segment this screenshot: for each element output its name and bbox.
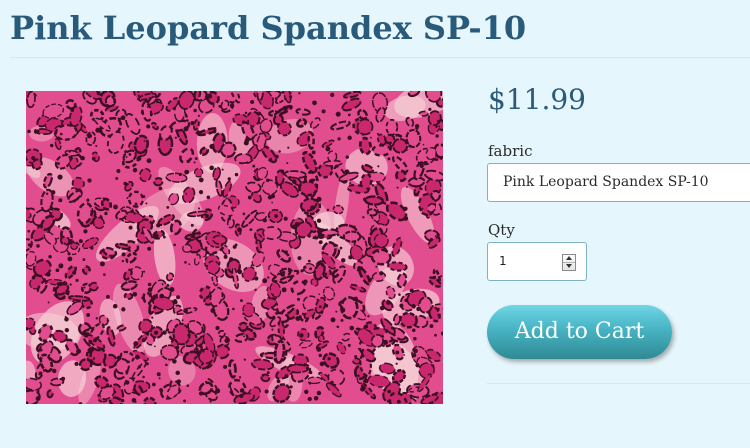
add-to-cart-button[interactable]: Add to Cart (487, 305, 672, 359)
decrement-arrow-icon[interactable] (563, 263, 575, 270)
qty-input[interactable]: 1 (487, 242, 587, 281)
product-title: Pink Leopard Spandex SP-10 (10, 9, 527, 47)
leopard-pattern-image (26, 91, 443, 404)
qty-spinner[interactable] (562, 254, 576, 271)
title-divider (10, 57, 750, 58)
product-image[interactable] (26, 91, 443, 404)
fabric-select[interactable]: Pink Leopard Spandex SP-10 (487, 163, 750, 202)
fabric-label: fabric (488, 142, 533, 160)
form-divider (487, 383, 750, 384)
qty-value: 1 (499, 254, 507, 268)
qty-label: Qty (488, 221, 515, 239)
increment-arrow-icon[interactable] (563, 255, 575, 263)
product-price: $11.99 (488, 83, 586, 116)
